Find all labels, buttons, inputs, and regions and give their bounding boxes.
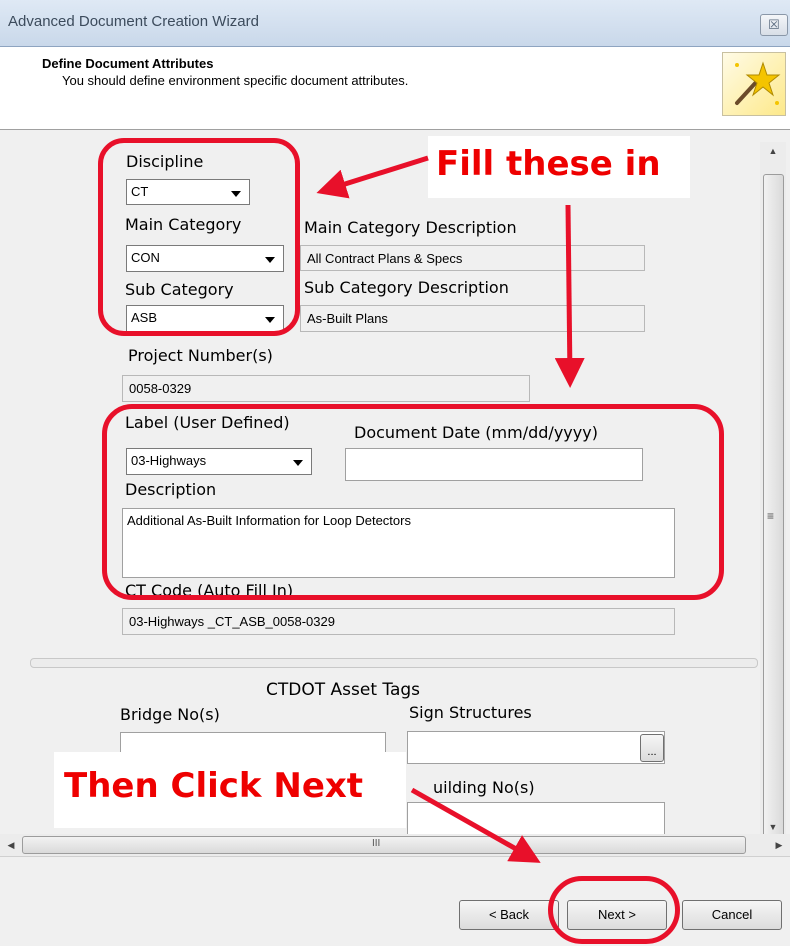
annotation-arrows bbox=[316, 155, 585, 863]
